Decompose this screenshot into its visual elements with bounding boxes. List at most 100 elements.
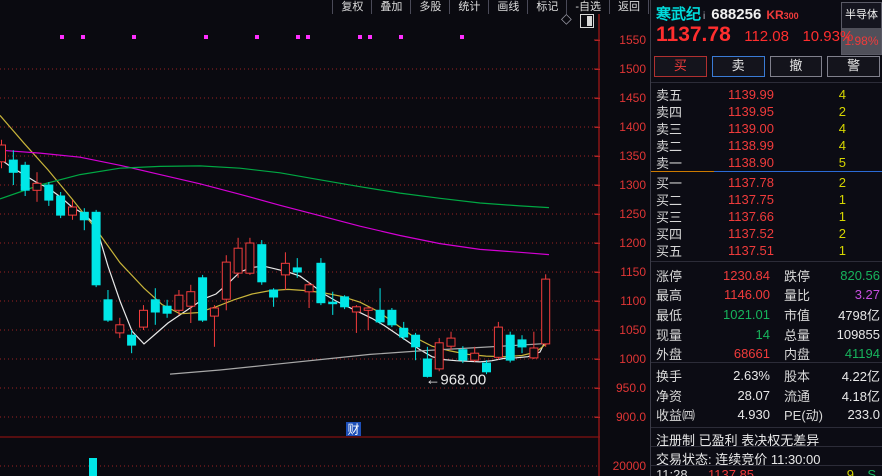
quote-panel: 寒武纪i688256KR300 半导体 1.98% 1137.78 112.08… — [650, 0, 882, 476]
candle — [234, 248, 242, 273]
candle — [459, 350, 467, 360]
divider — [651, 446, 882, 447]
candle — [57, 196, 65, 215]
stats-row: 外盘68661内盘41194 — [656, 344, 880, 364]
signal-dot — [306, 35, 310, 39]
candle — [281, 263, 289, 275]
signal-dot — [204, 35, 208, 39]
candle — [222, 262, 230, 299]
candle — [447, 338, 455, 346]
stats-row: 现量14总量109855 — [656, 324, 880, 344]
stat-label: 股本 — [784, 366, 830, 385]
orderbook-quantity: 4 — [774, 87, 878, 102]
price-tick-label: 1000 — [619, 353, 646, 365]
tick-mark — [595, 98, 600, 99]
orderbook-row-buy[interactable]: 买五1137.511 — [656, 242, 878, 259]
orderbook-row-sell[interactable]: 卖五1139.994 — [656, 86, 878, 103]
orderbook-row-sell[interactable]: 卖一1138.905 — [656, 154, 878, 171]
price-tick-label: 1550 — [619, 34, 646, 46]
divider — [651, 82, 882, 83]
price-tick-label: 1500 — [619, 63, 646, 75]
tick-mark — [595, 127, 600, 128]
stat-value: 2.63% — [700, 368, 770, 383]
candle — [494, 327, 502, 357]
kline-svg: ←968.00财 — [0, 0, 600, 476]
stat-value: 233.0 — [830, 407, 880, 422]
tick-time: 11:28 — [656, 467, 708, 476]
tick-mark — [595, 272, 600, 273]
orderbook-divider-blue — [714, 171, 882, 172]
stock-tag: KR — [766, 8, 783, 22]
orderbook-row-buy[interactable]: 买二1137.751 — [656, 191, 878, 208]
price-tick-label: 950.0 — [616, 382, 646, 394]
ma-line-MA20 — [0, 150, 549, 254]
candle — [21, 165, 29, 190]
last-price: 1137.78 — [656, 23, 731, 46]
price-tick-label: 1150 — [620, 266, 646, 278]
stat-value: 14 — [700, 327, 770, 342]
orderbook-row-buy[interactable]: 买四1137.522 — [656, 225, 878, 242]
stat-label: 涨停 — [656, 266, 700, 285]
price-tick-label: 1050 — [619, 324, 646, 336]
candle — [270, 290, 278, 297]
toolbar-item-[interactable]: 画线 — [488, 0, 527, 14]
stat-value: 4798亿 — [830, 305, 880, 324]
stats-row: 最高1146.00量比3.27 — [656, 285, 880, 305]
orderbook-price: 1139.99 — [696, 87, 774, 102]
tick-side: S — [854, 467, 876, 476]
candle — [364, 308, 372, 310]
candle — [293, 268, 301, 272]
split-view-icon[interactable] — [580, 14, 594, 28]
stock-name: 寒武纪 — [656, 6, 701, 23]
candle — [175, 295, 183, 310]
toolbar-item-[interactable]: 返回 — [609, 0, 649, 14]
orderbook-quantity: 2 — [774, 104, 878, 119]
price-tick-label: 1400 — [619, 121, 646, 133]
info-icon[interactable]: i — [703, 11, 705, 22]
trade-button-撤[interactable]: 撤 — [770, 56, 823, 77]
stat-value: 4.930 — [700, 407, 770, 422]
toolbar-item-[interactable]: 多股 — [410, 0, 449, 14]
candle — [329, 302, 337, 304]
orderbook-row-sell[interactable]: 卖二1138.994 — [656, 137, 878, 154]
price-tick-label: 1350 — [619, 150, 646, 162]
low-price-annotation: ←968.00 — [425, 372, 486, 389]
orderbook-row-buy[interactable]: 买一1137.782 — [656, 174, 878, 191]
stats-row: 换手2.63%股本4.22亿 — [656, 366, 880, 386]
orderbook-level-label: 买五 — [656, 241, 696, 260]
candle — [506, 335, 514, 360]
kline-chart[interactable]: ←968.00财 ◇ — [0, 0, 600, 476]
trade-button-买[interactable]: 买 — [654, 56, 707, 77]
stats-row: 涨停1230.84跌停820.56 — [656, 265, 880, 285]
toolbar-item-[interactable]: 标记 — [527, 0, 566, 14]
candle — [471, 353, 479, 360]
orderbook-row-sell[interactable]: 卖三1139.004 — [656, 120, 878, 137]
candle — [104, 300, 112, 320]
orderbook-row-sell[interactable]: 卖四1139.952 — [656, 103, 878, 120]
candle — [352, 307, 360, 312]
candle — [317, 263, 325, 302]
signal-dot — [132, 35, 136, 39]
tick-mark — [595, 301, 600, 302]
orderbook-quantity: 4 — [774, 121, 878, 136]
stock-header: 寒武纪i688256KR300 — [656, 3, 799, 24]
candle — [376, 310, 384, 322]
divider — [651, 362, 882, 363]
trade-button-警[interactable]: 警 — [827, 56, 880, 77]
candle — [400, 328, 408, 337]
price-row: 1137.78 112.08 10.93% — [656, 23, 853, 47]
stat-value: 4.22亿 — [830, 366, 880, 385]
toolbar-item-[interactable]: 统计 — [449, 0, 488, 14]
toolbar-item-[interactable]: 叠加 — [371, 0, 410, 14]
stat-label: 内盘 — [784, 344, 830, 363]
stat-label: 跌停 — [784, 266, 830, 285]
divider — [651, 465, 882, 466]
stat-label: 量比 — [784, 285, 830, 304]
trade-button-卖[interactable]: 卖 — [712, 56, 765, 77]
toolbar-item-[interactable]: -自选 — [566, 0, 609, 14]
orderbook-row-buy[interactable]: 买三1137.661 — [656, 208, 878, 225]
orderbook-price: 1137.78 — [696, 175, 774, 190]
stat-value: 4.18亿 — [830, 386, 880, 405]
toolbar-item-[interactable]: 复权 — [332, 0, 371, 14]
candle — [305, 285, 313, 292]
